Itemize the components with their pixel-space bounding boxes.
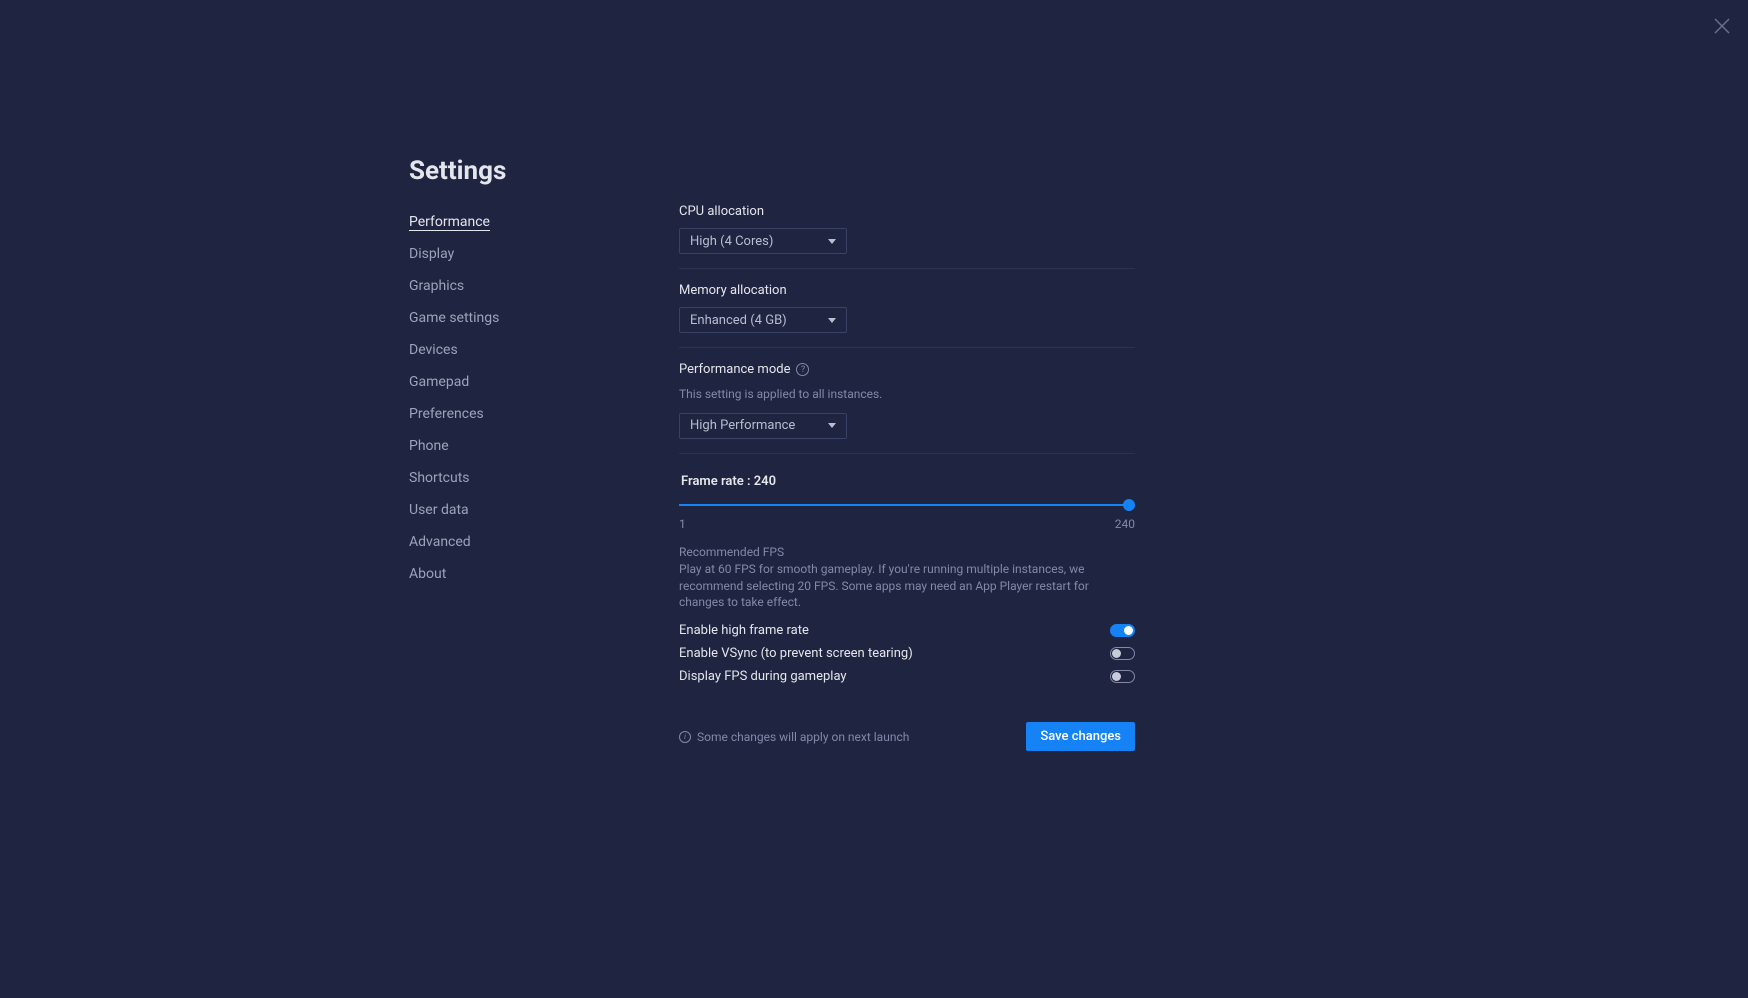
slider-thumb[interactable] <box>1123 499 1135 511</box>
recommended-fps-title: Recommended FPS <box>679 545 1135 559</box>
chevron-down-icon <box>828 318 836 323</box>
performance-mode-select[interactable]: High Performance <box>679 413 847 439</box>
performance-mode-subtext: This setting is applied to all instances… <box>679 386 1135 403</box>
memory-allocation-value: Enhanced (4 GB) <box>690 313 787 328</box>
close-icon[interactable] <box>1714 18 1730 34</box>
recommended-fps-text: Play at 60 FPS for smooth gameplay. If y… <box>679 561 1135 611</box>
settings-sidebar: Performance Display Graphics Game settin… <box>409 212 589 585</box>
sidebar-item-graphics[interactable]: Graphics <box>409 276 589 297</box>
frame-rate-label: Frame rate : 240 <box>679 474 1135 489</box>
page-title: Settings <box>409 156 589 186</box>
performance-mode-value: High Performance <box>690 418 795 433</box>
save-changes-button[interactable]: Save changes <box>1026 722 1135 751</box>
sidebar-item-devices[interactable]: Devices <box>409 340 589 361</box>
sidebar-item-phone[interactable]: Phone <box>409 436 589 457</box>
display-fps-toggle[interactable] <box>1110 670 1135 683</box>
sidebar-item-advanced[interactable]: Advanced <box>409 532 589 553</box>
help-icon[interactable]: ? <box>796 363 809 376</box>
performance-mode-label: Performance mode <box>679 362 790 377</box>
sidebar-item-display[interactable]: Display <box>409 244 589 265</box>
display-fps-label: Display FPS during gameplay <box>679 669 847 684</box>
memory-allocation-select[interactable]: Enhanced (4 GB) <box>679 307 847 333</box>
frame-rate-slider[interactable] <box>679 497 1135 513</box>
enable-high-frame-rate-label: Enable high frame rate <box>679 623 809 638</box>
footer-note: Some changes will apply on next launch <box>697 730 909 744</box>
cpu-allocation-label: CPU allocation <box>679 204 1135 219</box>
cpu-allocation-select[interactable]: High (4 Cores) <box>679 228 847 254</box>
sidebar-item-game-settings[interactable]: Game settings <box>409 308 589 329</box>
enable-vsync-toggle[interactable] <box>1110 647 1135 660</box>
sidebar-item-user-data[interactable]: User data <box>409 500 589 521</box>
memory-allocation-label: Memory allocation <box>679 283 1135 298</box>
sidebar-item-gamepad[interactable]: Gamepad <box>409 372 589 393</box>
sidebar-item-performance[interactable]: Performance <box>409 212 589 233</box>
cpu-allocation-value: High (4 Cores) <box>690 234 773 249</box>
chevron-down-icon <box>828 239 836 244</box>
info-icon: i <box>679 731 691 743</box>
enable-high-frame-rate-toggle[interactable] <box>1110 624 1135 637</box>
frame-rate-min: 1 <box>679 517 686 531</box>
chevron-down-icon <box>828 423 836 428</box>
sidebar-item-about[interactable]: About <box>409 564 589 585</box>
enable-vsync-label: Enable VSync (to prevent screen tearing) <box>679 646 913 661</box>
sidebar-item-shortcuts[interactable]: Shortcuts <box>409 468 589 489</box>
sidebar-item-preferences[interactable]: Preferences <box>409 404 589 425</box>
frame-rate-max: 240 <box>1115 517 1135 531</box>
